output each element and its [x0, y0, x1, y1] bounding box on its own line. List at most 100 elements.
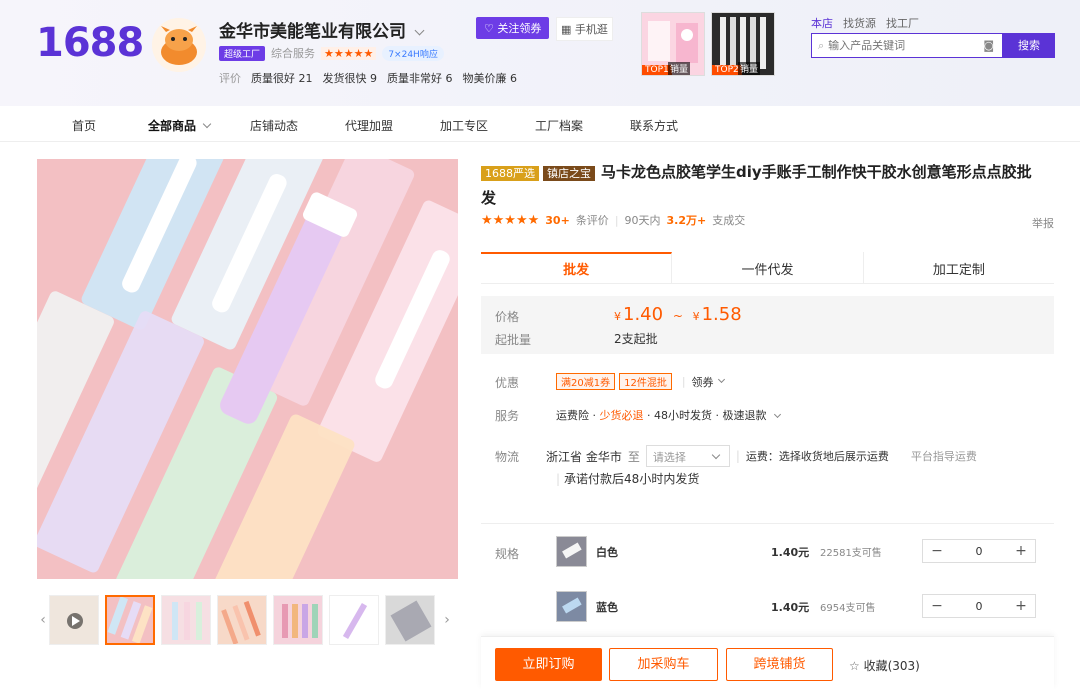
eval-tag: 物美价廉 6 — [462, 72, 518, 85]
yanxuan-tag: 1688严选 — [481, 166, 539, 181]
search-icon: ⌕ — [818, 38, 825, 52]
follow-coupon-button[interactable]: ♡ 关注领券 — [476, 17, 550, 39]
sales-value: 3.2万+ — [666, 214, 707, 227]
spec-thumbnail[interactable] — [556, 591, 587, 622]
chevron-down-icon[interactable] — [414, 25, 425, 36]
thumbnail[interactable] — [105, 595, 155, 645]
nav-all-products-label: 全部商品 — [148, 119, 197, 133]
shipping-fee-note: 运费：选择收货地后展示运费 — [745, 450, 889, 463]
service-line[interactable]: 运费险 · 少货必退 · 48小时发货 · 极速退款 — [556, 407, 782, 423]
store-nav: 首页 全部商品 店铺动态 代理加盟 加工专区 工厂档案 联系方式 — [0, 106, 1080, 142]
chevron-left-icon[interactable]: ‹ — [37, 612, 49, 628]
chevron-down-icon[interactable] — [717, 375, 725, 384]
action-bar: 立即订购 加采购车 跨境铺货 ☆ 收藏(303) — [481, 636, 1054, 689]
coupon-tag[interactable]: 满20减1券 — [556, 373, 616, 390]
nav-agent-join[interactable]: 代理加盟 — [345, 117, 393, 134]
phone-browse-button[interactable]: ▦ 手机逛 — [556, 17, 613, 41]
treasure-tag: 镇店之宝 — [543, 166, 595, 181]
promo-top2[interactable]: TOP2 销量 — [711, 12, 775, 76]
review-count[interactable]: 30+ — [545, 214, 570, 227]
thumbnail[interactable] — [385, 595, 435, 645]
favorite-button[interactable]: ☆ 收藏(303) — [849, 657, 920, 674]
quantity-value[interactable]: 0 — [951, 600, 1007, 613]
search-input[interactable] — [828, 39, 984, 52]
rating-stars: ★★★★★ — [481, 212, 540, 228]
get-coupon-link[interactable]: 领券 — [692, 374, 714, 390]
eval-tag: 发货很快 9 — [322, 72, 378, 85]
site-logo[interactable]: 1688 — [36, 20, 144, 66]
platform-guide-fee[interactable]: 平台指导运费 — [911, 448, 977, 464]
spec-label: 规格 — [495, 547, 520, 561]
company-name[interactable]: 金华市美能笔业有限公司 — [219, 17, 425, 42]
evaluation-row: 评价 质量很好 21 发货很快 9 质量非常好 6 物美价廉 6 — [219, 70, 517, 86]
thumbnail-strip: ‹ › — [37, 594, 458, 646]
search-tab-factory[interactable]: 找工厂 — [886, 15, 919, 31]
nav-contact[interactable]: 联系方式 — [630, 117, 678, 134]
product-main-image[interactable] — [37, 159, 458, 579]
nav-processing[interactable]: 加工专区 — [440, 117, 488, 134]
plus-button[interactable]: + — [1007, 543, 1035, 559]
currency: ¥ — [614, 310, 621, 323]
response-badge: 7×24H响应 — [382, 45, 444, 61]
quantity-value[interactable]: 0 — [951, 545, 1007, 558]
mix-batch-tag[interactable]: 12件混批 — [619, 373, 672, 390]
store-header: 1688 金华市美能笔业有限公司 超级工厂 综合服务 ★★★★★ 7×24H响应… — [0, 0, 1080, 106]
thumbnail[interactable] — [329, 595, 379, 645]
search-button[interactable]: 搜索 — [1003, 33, 1055, 58]
spec-stock: 22581支可售 — [820, 548, 882, 559]
tab-custom[interactable]: 加工定制 — [864, 252, 1054, 283]
service-item: 极速退款 — [722, 409, 767, 422]
report-link[interactable]: 举报 — [1032, 215, 1054, 231]
thumbnail[interactable] — [217, 595, 267, 645]
price-sep: ~ — [672, 309, 683, 323]
price-range: ¥1.40 ~ ¥1.58 — [614, 304, 742, 325]
promo-line: 满20减1券 12件混批 | 领券 — [556, 373, 725, 390]
ship-from: 浙江省 金华市 — [546, 449, 622, 464]
eval-tag: 质量非常好 6 — [387, 72, 453, 85]
divider — [481, 523, 1054, 524]
nav-store-news[interactable]: 店铺动态 — [250, 117, 298, 134]
nav-home[interactable]: 首页 — [72, 117, 96, 134]
chevron-right-icon[interactable]: › — [441, 612, 453, 628]
logistics-label: 物流 — [495, 450, 520, 464]
search-tab-source[interactable]: 找货源 — [843, 15, 876, 31]
plus-button[interactable]: + — [1007, 598, 1035, 614]
quantity-stepper: − 0 + — [922, 539, 1036, 563]
chevron-down-icon — [202, 119, 212, 129]
add-to-cart-button[interactable]: 加采购车 — [609, 648, 718, 681]
search-tab-store[interactable]: 本店 — [811, 15, 833, 31]
price-max: 1.58 — [701, 304, 742, 325]
service-item: 48小时发货 — [654, 409, 712, 422]
service-item: 运费险 — [556, 409, 589, 422]
thumbnail[interactable] — [273, 595, 323, 645]
cross-border-button[interactable]: 跨境铺货 — [726, 648, 833, 681]
promo-top1[interactable]: TOP1 销量 — [641, 12, 705, 76]
buy-now-button[interactable]: 立即订购 — [495, 648, 602, 681]
spec-row-blue: 蓝色 1.40元 6954支可售 − 0 + — [556, 591, 1036, 623]
search-box: ⌕ ◙ — [811, 33, 1003, 58]
spec-thumbnail[interactable] — [556, 536, 587, 567]
moq-label: 起批量 — [495, 333, 532, 347]
thumbnail-video[interactable] — [49, 595, 99, 645]
spec-name: 蓝色 — [596, 601, 618, 614]
minus-button[interactable]: − — [923, 598, 951, 614]
minus-button[interactable]: − — [923, 543, 951, 559]
evaluation-label: 评价 — [219, 72, 241, 85]
destination-select[interactable]: 请选择 — [645, 445, 730, 467]
quantity-stepper: − 0 + — [922, 594, 1036, 618]
nav-factory-profile[interactable]: 工厂档案 — [535, 117, 583, 134]
tab-dropship[interactable]: 一件代发 — [672, 252, 864, 283]
thumbnail[interactable] — [161, 595, 211, 645]
store-avatar[interactable] — [152, 18, 206, 72]
price-box: 价格 ¥1.40 ~ ¥1.58 起批量 2支起批 — [481, 296, 1054, 354]
product-title-row: 1688严选 镇店之宝 马卡龙色点胶笔学生diy手账手工制作快干胶水创意笔形点点胶批… — [481, 160, 1041, 210]
nav-all-products[interactable]: 全部商品 — [148, 117, 212, 134]
destination-select-value: 请选择 — [652, 451, 686, 464]
chevron-down-icon — [711, 450, 721, 460]
company-name-text: 金华市美能笔业有限公司 — [219, 22, 406, 42]
shipping-promise-text: 承诺付款后48小时内发货 — [564, 472, 700, 486]
rating-row: ★★★★★ 30+ 条评价 | 90天内 3.2万+ 支成交 — [481, 212, 746, 228]
price-min: 1.40 — [623, 304, 664, 325]
camera-icon[interactable]: ◙ — [983, 39, 994, 52]
tab-wholesale[interactable]: 批发 — [481, 252, 673, 283]
